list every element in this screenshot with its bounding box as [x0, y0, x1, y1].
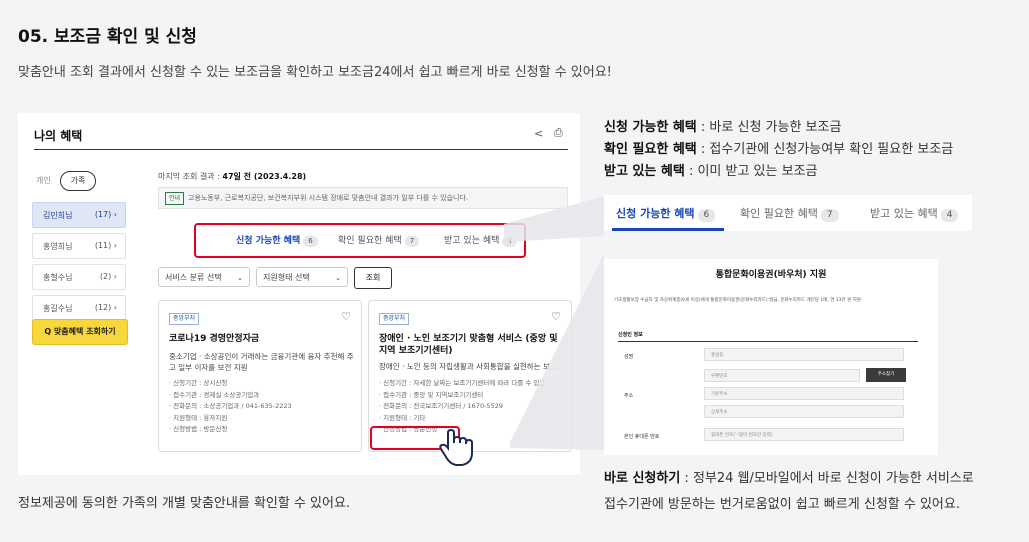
address-detail-field[interactable]: 상세주소	[704, 405, 904, 418]
zoomed-tab-strip: 신청 가능한 혜택 6 확인 필요한 혜택 7 받고 있는 혜택 4	[604, 195, 972, 231]
section-subtitle: 맞춤안내 조회 결과에서 신청할 수 있는 보조금을 확인하고 보조금24에서 …	[18, 65, 612, 80]
direct-apply-term: 바로 신청하기	[604, 471, 681, 486]
zip-field[interactable]: 우편번호	[704, 369, 860, 382]
address-field[interactable]: 기본주소	[704, 387, 904, 400]
title-divider	[34, 149, 568, 150]
card-title: 코로나19 경영안정자금	[169, 334, 260, 344]
service-category-select[interactable]: 서비스 분류 선택 ⌄	[158, 267, 250, 287]
phone-field[interactable]: 휴대폰 번호('-'없이 번호만 입력)	[704, 428, 904, 441]
member-count: (11) ›	[94, 241, 117, 250]
share-icon[interactable]: <	[534, 127, 543, 140]
direct-apply-line2: 접수기관에 방문하는 번거로움없이 쉽고 빠르게 신청할 수 있어요.	[604, 497, 960, 512]
member-count: (2) ›	[99, 272, 117, 281]
support-type-select[interactable]: 지원형태 선택 ⌄	[256, 267, 348, 287]
card-details: · 신청기간 : 상시신청 · 접수기관 : 경제실 소상공기업과 · 전화문의…	[169, 379, 292, 433]
card-desc: 중소기업 · 소상공인이 거래하는 금융기관에 융자 추천해 주고 일부 이자를…	[169, 352, 354, 372]
find-benefits-button[interactable]: Q 맞춤혜택 조회하기	[32, 319, 128, 345]
zoom-connector	[504, 196, 604, 450]
zoom-tab-receiving[interactable]: 받고 있는 혜택 4	[870, 205, 959, 222]
notice-tag: 안내	[165, 192, 185, 205]
tab-legend: 신청 가능한 혜택 : 바로 신청 가능한 보조금 확인 필요한 혜택 : 접수…	[604, 117, 953, 183]
legend-item: 확인 필요한 혜택 : 접수기관에 신청가능여부 확인 필요한 보조금	[604, 142, 954, 157]
zoom-tab-needs-check[interactable]: 확인 필요한 혜택 7	[740, 205, 839, 222]
tab-applicable[interactable]: 신청 가능한 혜택 6	[236, 233, 318, 247]
member-count: (17) ›	[94, 210, 117, 219]
legend-item: 신청 가능한 혜택 : 바로 신청 가능한 보조금	[604, 120, 842, 135]
label-address: 주소	[624, 393, 634, 399]
agency-badge: 중앙부처	[379, 313, 410, 325]
active-tab-underline	[612, 228, 724, 231]
form-desc: 기초생활보장 수급자 및 차상위계층(6세 이상)에게 통합문화이용권(문화누리…	[614, 298, 861, 303]
direct-apply-line1: : 정부24 웹/모바일에서 바로 신청이 가능한 서비스로	[680, 471, 974, 486]
member-item[interactable]: 김민희님 (17) ›	[32, 202, 126, 228]
benefit-card[interactable]: 중앙부처 ♡ 코로나19 경영안정자금 중소기업 · 소상공인이 거래하는 금융…	[158, 300, 362, 452]
zoom-tab-applicable[interactable]: 신청 가능한 혜택 6	[616, 205, 716, 222]
tab-needs-check[interactable]: 확인 필요한 혜택 7	[338, 233, 420, 247]
member-name: 홍길수님	[43, 304, 73, 313]
label-name: 성명	[624, 354, 634, 360]
member-count: (12) ›	[94, 303, 117, 312]
member-item[interactable]: 홍영희님 (11) ›	[32, 233, 126, 259]
chevron-down-icon: ⌄	[335, 274, 341, 282]
my-benefits-screen: 나의 혜택 < ⎙ 개인 가족 김민희님 (17) › 홍영희님 (11) › …	[18, 113, 580, 475]
scope-personal[interactable]: 개인	[36, 175, 51, 186]
member-name: 김민희님	[43, 211, 73, 220]
benefit-tabs: 신청 가능한 혜택6 확인 필요한 혜택7 받고 있는 혜택4	[194, 223, 526, 258]
label-phone: 본인 휴대폰 번호	[624, 434, 660, 440]
scope-family[interactable]: 가족	[60, 171, 96, 191]
member-name: 홍영희님	[43, 242, 73, 251]
form-section-title: 신청인 정보	[618, 332, 643, 338]
form-divider	[618, 341, 918, 342]
form-title: 통합문화이용권(바우처) 지원	[715, 270, 827, 280]
scope-toggle: 개인 가족	[34, 171, 142, 193]
agency-badge: 중앙부처	[169, 313, 200, 325]
section-title: 05. 보조금 확인 및 신청	[18, 27, 197, 47]
page-title: 나의 혜택	[34, 129, 83, 143]
notice-text: 고용노동부, 근로복지공단, 보건복지부위 시스템 장애로 맞춤안내 결과가 일…	[188, 194, 469, 202]
last-query: 마지막 조회 결과 : 47일 전 (2023.4.28)	[158, 172, 307, 181]
query-button[interactable]: 조회	[354, 267, 392, 289]
heart-icon[interactable]: ♡	[341, 310, 351, 323]
apply-form-preview: 통합문화이용권(바우처) 지원 기초생활보장 수급자 및 차상위계층(6세 이상…	[604, 259, 938, 455]
family-member-list: 김민희님 (17) › 홍영희님 (11) › 홍철수님 (2) › 홍길수님 …	[32, 202, 126, 326]
print-icon[interactable]: ⎙	[554, 126, 563, 140]
family-caption: 정보제공에 동의한 가족의 개별 맞춤안내를 확인할 수 있어요.	[18, 496, 351, 511]
direct-apply-desc: 바로 신청하기 : 정부24 웹/모바일에서 바로 신청이 가능한 서비스로 접…	[604, 466, 974, 518]
chevron-down-icon: ⌄	[237, 274, 243, 282]
pointer-hand-icon	[439, 429, 473, 466]
member-item[interactable]: 홍길수님 (12) ›	[32, 295, 126, 321]
member-name: 홍철수님	[43, 273, 73, 282]
name-field[interactable]: 홍길동	[704, 348, 904, 361]
legend-item: 받고 있는 혜택 : 이미 받고 있는 보조금	[604, 164, 818, 179]
member-item[interactable]: 홍철수님 (2) ›	[32, 264, 126, 290]
find-address-button[interactable]: 주소찾기	[866, 368, 906, 382]
